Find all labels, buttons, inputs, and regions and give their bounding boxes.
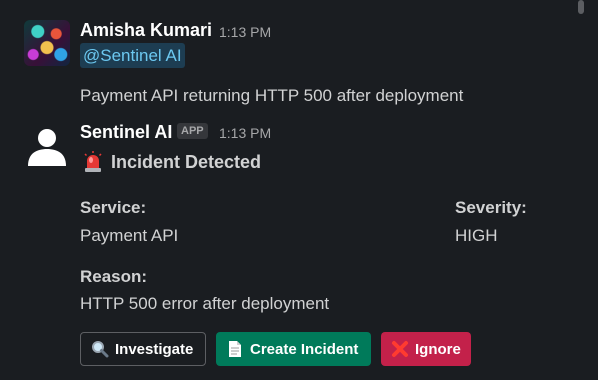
scrollbar[interactable] xyxy=(578,0,584,14)
bot-avatar[interactable] xyxy=(24,124,70,170)
magnifying-glass-icon xyxy=(91,340,109,358)
ignore-button-label: Ignore xyxy=(415,340,461,358)
incident-heading: Incident Detected xyxy=(82,151,261,173)
app-badge: APP xyxy=(177,123,208,139)
severity-value: HIGH xyxy=(455,226,498,245)
police-siren-icon xyxy=(82,151,104,173)
message-text: Payment API returning HTTP 500 after dep… xyxy=(80,86,464,105)
investigate-button-label: Investigate xyxy=(115,340,194,358)
user-avatar[interactable] xyxy=(24,20,70,66)
create-incident-button-label: Create Incident xyxy=(250,340,359,358)
investigate-button[interactable]: Investigate xyxy=(80,332,206,366)
author-name[interactable]: Sentinel AI xyxy=(80,122,172,143)
reason-value: HTTP 500 error after deployment xyxy=(80,294,330,313)
default-user-avatar-icon xyxy=(28,129,66,166)
create-incident-button[interactable]: Create Incident xyxy=(216,332,371,366)
severity-label: Severity: xyxy=(455,198,527,217)
reason-label: Reason: xyxy=(80,267,148,286)
ignore-button[interactable]: Ignore xyxy=(381,332,471,366)
service-label: Service: xyxy=(80,198,147,217)
message-timestamp[interactable]: 1:13 PM xyxy=(219,125,271,141)
page-icon xyxy=(226,340,244,358)
message-pane: Amisha Kumari 1:13 PM @Sentinel AI Payme… xyxy=(0,0,598,380)
incident-heading-text: Incident Detected xyxy=(111,151,262,172)
service-value: Payment API xyxy=(80,226,179,245)
message-timestamp[interactable]: 1:13 PM xyxy=(219,24,271,40)
mention-chip[interactable]: @Sentinel AI xyxy=(80,43,185,68)
cross-mark-icon xyxy=(391,340,409,358)
author-name[interactable]: Amisha Kumari xyxy=(80,20,212,41)
